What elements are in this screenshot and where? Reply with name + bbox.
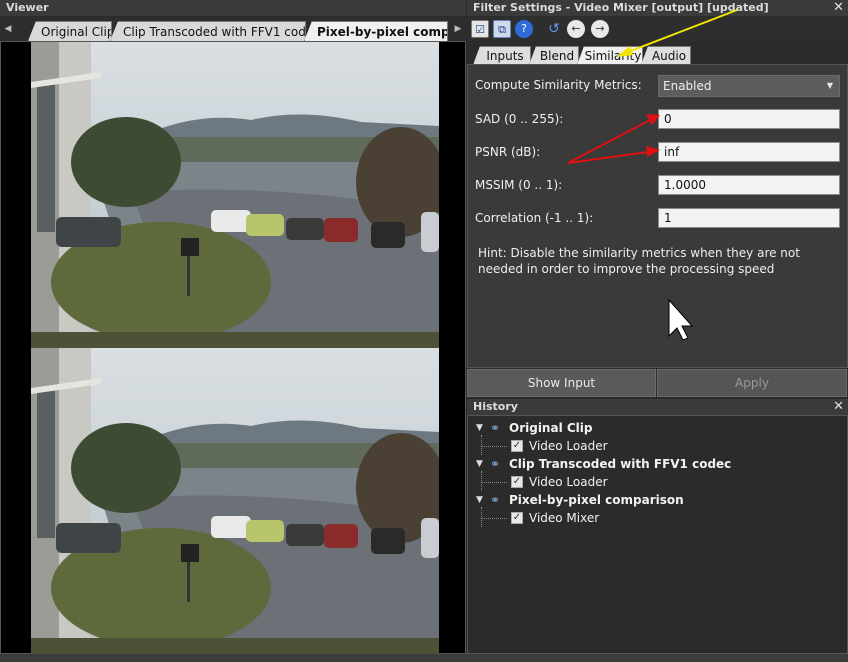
history-tree: ▼ ⚭ Original Clip ✓ Video Loader ▼ ⚭ Cli…: [467, 415, 848, 654]
correlation-field[interactable]: 1: [658, 208, 840, 228]
tab-label: Original Clip: [41, 25, 112, 39]
checkbox-checked-icon[interactable]: ✓: [511, 476, 523, 488]
viewer-title: Viewer: [6, 1, 49, 14]
tab-inputs[interactable]: Inputs: [473, 46, 531, 65]
history-header: History ✕: [467, 399, 848, 415]
child-label: Video Mixer: [529, 511, 600, 525]
history-node-clip-transcoded[interactable]: ▼ ⚭ Clip Transcoded with FFV1 codec: [468, 455, 847, 473]
checkbox-checked-icon[interactable]: ✓: [511, 512, 523, 524]
history-node-original-clip[interactable]: ▼ ⚭ Original Clip: [468, 419, 847, 437]
node-label: Original Clip: [509, 421, 593, 435]
tab-audio[interactable]: Audio: [641, 46, 691, 65]
compute-similarity-label: Compute Similarity Metrics:: [475, 78, 642, 92]
viewer-canvas: [0, 41, 466, 654]
status-bar: [0, 654, 848, 662]
video-frame-bottom: [31, 348, 439, 654]
filter-settings-header: Filter Settings - Video Mixer [output] […: [467, 0, 848, 16]
expand-chevron-icon[interactable]: ▼: [476, 419, 483, 437]
child-label: Video Loader: [529, 439, 608, 453]
tab-label: Inputs: [486, 49, 524, 63]
child-label: Video Loader: [529, 475, 608, 489]
settings-button-row: Show Input Apply: [467, 369, 848, 397]
node-label: Pixel-by-pixel comparison: [509, 493, 684, 507]
copy-settings-icon[interactable]: ⧉: [493, 20, 511, 38]
history-child-video-mixer[interactable]: ✓ Video Mixer: [468, 509, 847, 527]
compute-similarity-dropdown[interactable]: Enabled ▼: [658, 75, 840, 97]
tab-label: Audio: [651, 49, 687, 63]
filter-settings-toolbar: ☑ ⧉ ? ↺ ← →: [467, 17, 848, 41]
history-title: History: [473, 400, 518, 413]
tab-pixel-comparison[interactable]: Pixel-by-pixel compariso: [304, 21, 448, 41]
expand-chevron-icon[interactable]: ▼: [476, 491, 483, 509]
viewer-tab-bar: ◀ Original Clip Clip Transcoded with FFV…: [0, 17, 466, 41]
undo-icon[interactable]: ↺: [545, 20, 563, 38]
tab-blend[interactable]: Blend: [529, 46, 579, 65]
history-child-video-loader-1[interactable]: ✓ Video Loader: [468, 437, 847, 455]
expand-chevron-icon[interactable]: ▼: [476, 455, 483, 473]
psnr-label: PSNR (dB):: [475, 145, 541, 159]
checkbox-toggle-icon[interactable]: ☑: [471, 20, 489, 38]
similarity-hint: Hint: Disable the similarity metrics whe…: [478, 246, 800, 276]
settings-tab-bar: Inputs Blend Similarity Audio: [467, 43, 848, 65]
tab-label: Similarity: [584, 49, 642, 63]
sad-field[interactable]: 0: [658, 109, 840, 129]
close-icon[interactable]: ✕: [833, 0, 844, 16]
history-node-pixel-comparison[interactable]: ▼ ⚭ Pixel-by-pixel comparison: [468, 491, 847, 509]
show-input-button[interactable]: Show Input: [467, 369, 656, 397]
tab-scroll-left-icon[interactable]: ◀: [2, 22, 14, 36]
link-icon: ⚭: [490, 493, 501, 507]
link-icon: ⚭: [490, 457, 501, 471]
tab-label: Pixel-by-pixel compariso: [317, 25, 448, 39]
tab-similarity[interactable]: Similarity: [577, 46, 643, 65]
viewer-panel-header: Viewer: [0, 0, 466, 16]
mssim-field[interactable]: 1.0000: [658, 175, 840, 195]
history-child-video-loader-2[interactable]: ✓ Video Loader: [468, 473, 847, 491]
arrow-right-icon[interactable]: →: [591, 20, 609, 38]
similarity-settings-pane: Compute Similarity Metrics: Enabled ▼ SA…: [467, 64, 848, 368]
close-icon[interactable]: ✕: [833, 399, 844, 415]
filter-settings-title: Filter Settings - Video Mixer [output] […: [473, 1, 769, 14]
help-icon[interactable]: ?: [515, 20, 533, 38]
node-label: Clip Transcoded with FFV1 codec: [509, 457, 732, 471]
sad-label: SAD (0 .. 255):: [475, 112, 564, 126]
chevron-down-icon: ▼: [826, 81, 833, 90]
psnr-field[interactable]: inf: [658, 142, 840, 162]
dropdown-value: Enabled: [663, 79, 712, 93]
link-icon: ⚭: [490, 421, 501, 435]
mssim-label: MSSIM (0 .. 1):: [475, 178, 563, 192]
tab-label: Clip Transcoded with FFV1 codec: [123, 25, 306, 39]
tab-scroll-right-icon[interactable]: ▶: [452, 22, 464, 36]
correlation-label: Correlation (-1 .. 1):: [475, 211, 594, 225]
tab-original-clip[interactable]: Original Clip: [28, 21, 112, 41]
checkbox-checked-icon[interactable]: ✓: [511, 440, 523, 452]
apply-button[interactable]: Apply: [657, 369, 847, 397]
tab-clip-transcoded[interactable]: Clip Transcoded with FFV1 codec: [110, 21, 306, 41]
video-frame-top: [31, 42, 439, 348]
arrow-left-icon[interactable]: ←: [567, 20, 585, 38]
tab-label: Blend: [539, 49, 575, 63]
